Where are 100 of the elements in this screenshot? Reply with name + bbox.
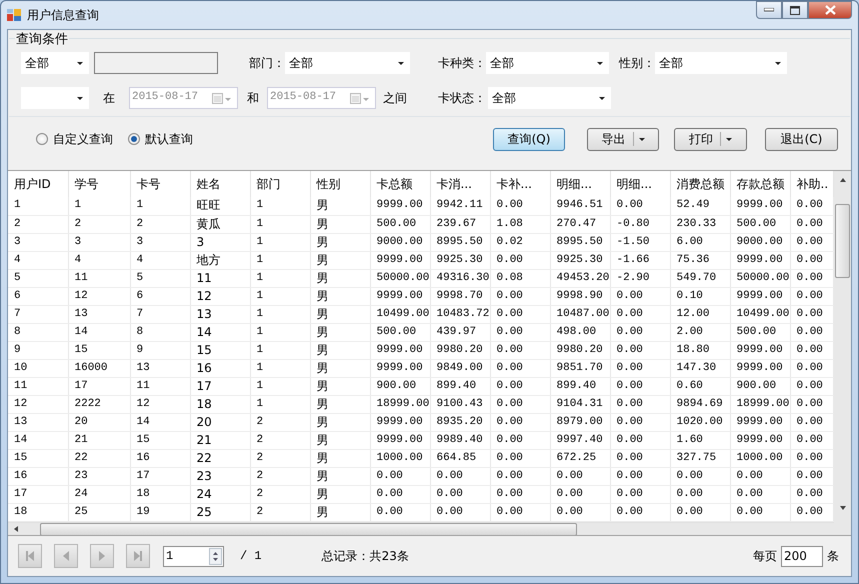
table-cell: 52.49 — [670, 197, 730, 215]
column-header[interactable]: 姓名 — [190, 171, 250, 197]
dropdown[interactable]: 全部 — [488, 86, 611, 108]
table-cell: 500.00 — [370, 215, 430, 233]
dropdown[interactable]: 全部 — [285, 52, 410, 74]
table-cell: 9999.00 — [370, 413, 430, 431]
table-cell: 1 — [250, 197, 310, 215]
minimize-button[interactable] — [756, 1, 782, 19]
column-header[interactable]: 明细... — [550, 171, 610, 197]
table-cell: 17 — [8, 485, 68, 503]
next-page-button[interactable] — [90, 544, 114, 568]
table-cell: 16 — [190, 359, 250, 377]
table-cell: 9999.00 — [370, 287, 430, 305]
table-cell: 2 — [250, 449, 310, 467]
table-cell: 1000.00 — [370, 449, 430, 467]
scrollbar-thumb[interactable] — [835, 204, 850, 278]
column-header[interactable]: 补助.. — [790, 171, 833, 197]
table-cell: 9999.00 — [370, 359, 430, 377]
table-cell: 2 — [250, 467, 310, 485]
split-button[interactable]: 打印 — [674, 128, 747, 150]
horizontal-scrollbar[interactable] — [8, 522, 834, 535]
table-cell: 0.00 — [430, 467, 490, 485]
table-cell: 25 — [68, 503, 130, 521]
table-cell: 1 — [250, 251, 310, 269]
table-cell: 13 — [190, 305, 250, 323]
last-page-button[interactable] — [126, 544, 150, 568]
radio-button[interactable] — [36, 133, 48, 145]
table-cell: 0.00 — [790, 503, 833, 521]
table-cell: 1000.00 — [730, 449, 790, 467]
table-cell: 男 — [310, 485, 370, 503]
table-cell: -2.90 — [610, 269, 670, 287]
page-size-field[interactable]: 200 — [781, 546, 823, 566]
table-cell: 147.30 — [670, 359, 730, 377]
maximize-button[interactable] — [782, 1, 808, 19]
column-header[interactable]: 性别 — [310, 171, 370, 197]
table-cell: 0.00 — [370, 485, 430, 503]
table-cell: 0.00 — [790, 467, 833, 485]
column-header[interactable]: 消费总额 — [670, 171, 730, 197]
column-header[interactable]: 学号 — [68, 171, 130, 197]
text-field[interactable] — [94, 52, 218, 74]
table-cell: 2 — [130, 215, 190, 233]
table-cell: 75.36 — [670, 251, 730, 269]
table-cell: 12 — [190, 287, 250, 305]
column-header[interactable]: 部门 — [250, 171, 310, 197]
table-cell: 0.00 — [490, 377, 550, 395]
table-cell: -0.80 — [610, 215, 670, 233]
column-header[interactable]: 用户ID — [8, 171, 68, 197]
column-header[interactable]: 明细... — [610, 171, 670, 197]
column-header[interactable]: 卡补... — [490, 171, 550, 197]
exit-button[interactable]: 退出(C) — [765, 128, 838, 150]
table-cell: 9989.40 — [430, 431, 490, 449]
radio-label[interactable]: 默认查询 — [145, 130, 193, 148]
table-cell: 0.00 — [490, 287, 550, 305]
table-cell: 17 — [68, 377, 130, 395]
table-cell: 9 — [8, 341, 68, 359]
query-button[interactable]: 查询(Q) — [493, 128, 565, 150]
table-cell: 0.00 — [790, 251, 833, 269]
table-cell: 5 — [8, 269, 68, 287]
column-header[interactable]: 卡总额 — [370, 171, 430, 197]
dropdown[interactable]: 全部 — [486, 52, 609, 74]
field-label: 在 — [103, 90, 115, 106]
vertical-scrollbar[interactable] — [834, 171, 851, 535]
table-cell: 9925.30 — [430, 251, 490, 269]
table-cell: 50000.00 — [370, 269, 430, 287]
radio-button[interactable] — [128, 133, 140, 145]
close-button[interactable] — [808, 1, 852, 19]
table-cell: 0.00 — [610, 413, 670, 431]
table-cell: 0.00 — [790, 431, 833, 449]
table-cell: 0.00 — [610, 341, 670, 359]
table-cell: 0.60 — [670, 377, 730, 395]
column-header[interactable]: 卡消... — [430, 171, 490, 197]
table-cell: 9100.43 — [430, 395, 490, 413]
table-cell: 15 — [68, 341, 130, 359]
table-cell: 0.00 — [670, 467, 730, 485]
column-header[interactable]: 卡号 — [130, 171, 190, 197]
spinner-icon[interactable] — [209, 548, 222, 564]
dropdown[interactable]: 全部 — [655, 52, 787, 74]
table-cell: 19 — [130, 503, 190, 521]
table-cell: 0.00 — [610, 305, 670, 323]
table-cell: 12 — [8, 395, 68, 413]
column-header[interactable]: 存款总额 — [730, 171, 790, 197]
previous-page-button[interactable] — [54, 544, 78, 568]
radio-label[interactable]: 自定义查询 — [53, 130, 113, 148]
table-cell: 15 — [190, 341, 250, 359]
table-cell: 4 — [68, 251, 130, 269]
first-page-button[interactable] — [18, 544, 42, 568]
table-cell: 0.00 — [610, 503, 670, 521]
table-cell: 8979.00 — [550, 413, 610, 431]
table-cell: 10487.00 — [550, 305, 610, 323]
table-cell: 0.00 — [490, 359, 550, 377]
table-cell: 1 — [250, 215, 310, 233]
table-cell: 12 — [68, 287, 130, 305]
table-cell: 8 — [130, 323, 190, 341]
table-cell: 6 — [8, 287, 68, 305]
table-cell: 9999.00 — [370, 341, 430, 359]
dropdown[interactable]: 全部 — [21, 52, 89, 74]
field-label: 之间 — [383, 90, 407, 106]
table-cell: 11 — [8, 377, 68, 395]
table-cell: 9946.51 — [550, 197, 610, 215]
split-button[interactable]: 导出 — [587, 128, 659, 150]
